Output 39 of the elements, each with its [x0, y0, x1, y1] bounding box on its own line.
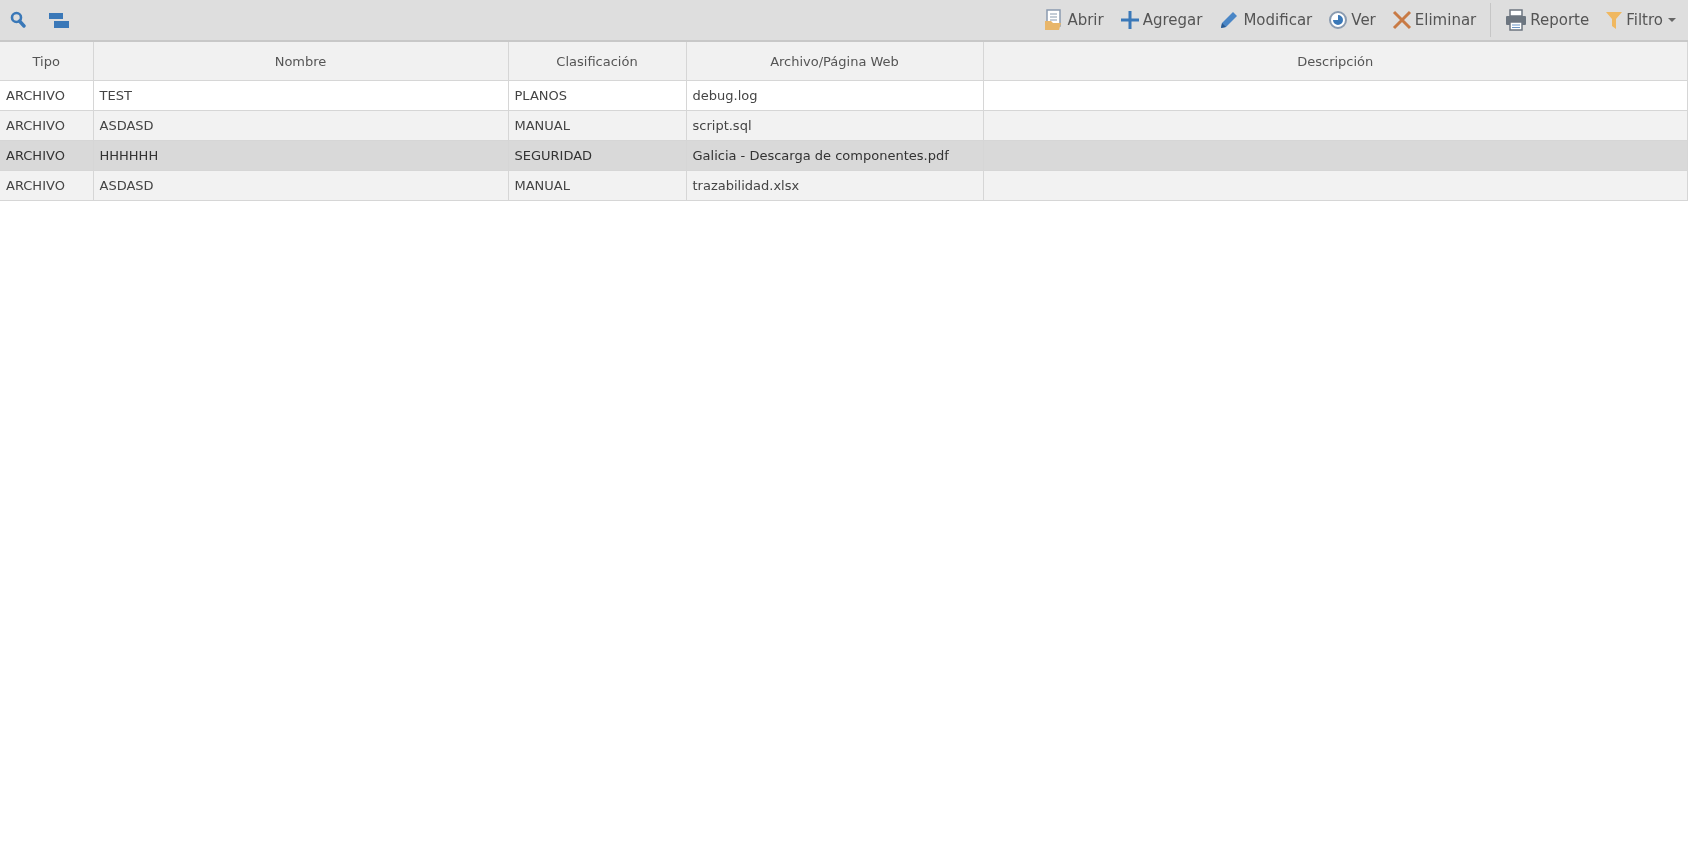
table-row[interactable]: ARCHIVO TEST PLANOS debug.log — [0, 80, 1688, 111]
column-header[interactable]: Nombre — [93, 42, 508, 81]
table-cell: ASDASD — [93, 170, 508, 201]
search-icon[interactable] — [10, 11, 26, 29]
table-row[interactable]: ARCHIVO HHHHHH SEGURIDAD Galicia - Descarga de componentes.pdf — [0, 140, 1688, 171]
filter-button[interactable]: Filtro — [1599, 6, 1682, 34]
table-cell: SEGURIDAD — [508, 140, 686, 171]
add-button[interactable]: Agregar — [1113, 6, 1209, 34]
column-header[interactable]: Archivo/Página Web — [686, 42, 983, 81]
delete-button[interactable]: Eliminar — [1385, 6, 1483, 34]
plus-icon — [1119, 10, 1140, 30]
cross-icon — [1391, 10, 1412, 30]
funnel-icon — [1605, 10, 1624, 30]
table-cell: ARCHIVO — [0, 110, 93, 141]
open-button[interactable]: Abrir — [1038, 5, 1110, 35]
view-button[interactable]: Ver — [1322, 6, 1382, 34]
table-cell: HHHHHH — [93, 140, 508, 171]
table-cell: debug.log — [686, 80, 983, 111]
table-cell: TEST — [93, 80, 508, 111]
caret-icon[interactable] — [1668, 18, 1676, 22]
table-row[interactable]: ARCHIVO ASDASD MANUAL script.sql — [0, 110, 1688, 141]
column-header[interactable]: Tipo — [0, 42, 93, 81]
table-cell: ARCHIVO — [0, 80, 93, 111]
table-cell: ARCHIVO — [0, 170, 93, 201]
table-cell: trazabilidad.xlsx — [686, 170, 983, 201]
column-header[interactable]: Descripción — [983, 42, 1688, 81]
table-cell: PLANOS — [508, 80, 686, 111]
printer-icon — [1505, 9, 1528, 31]
table-cell: script.sql — [686, 110, 983, 141]
edit-button[interactable]: Modificar — [1212, 5, 1319, 35]
column-header[interactable]: Clasificación — [508, 42, 686, 81]
table-cell: ASDASD — [93, 110, 508, 141]
table-cell: Galicia - Descarga de componentes.pdf — [686, 140, 983, 171]
table-cell: MANUAL — [508, 110, 686, 141]
table-cell: MANUAL — [508, 170, 686, 201]
table-cell: ARCHIVO — [0, 140, 93, 171]
report-button[interactable]: Reporte — [1499, 5, 1596, 35]
table-row[interactable]: ARCHIVO ASDASD MANUAL trazabilidad.xlsx — [0, 170, 1688, 201]
panels-icon[interactable] — [48, 11, 70, 29]
